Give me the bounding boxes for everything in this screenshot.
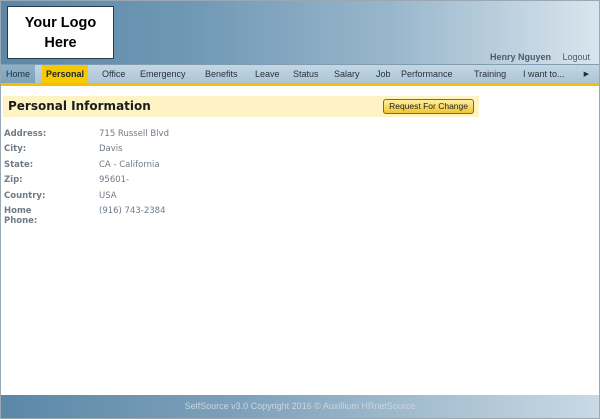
field-value: Davis — [99, 144, 123, 155]
nav-item-leave[interactable]: Leave — [255, 65, 280, 83]
nav-item-home[interactable]: Home — [1, 65, 36, 83]
nav-item-i-want-to[interactable]: I want to... — [523, 65, 565, 83]
nav-item-status[interactable]: Status — [293, 65, 319, 83]
nav-item-job[interactable]: Job — [376, 65, 391, 83]
nav-item-office[interactable]: Office — [102, 65, 125, 83]
field-label: State: — [4, 159, 34, 170]
field-label: Address: — [4, 129, 47, 139]
nav-item-personal[interactable]: Personal — [42, 65, 89, 83]
user-name: Henry Nguyen — [489, 52, 551, 62]
personal-information-header: Personal Information Request For Change — [3, 96, 479, 117]
logo-line-2: Here — [44, 35, 77, 51]
copyright-text: SelfSource v3.0 Copyright 2016 © Auxilli… — [184, 401, 416, 411]
footer-bar: SelfSource v3.0 Copyright 2016 © Auxilli… — [1, 395, 599, 418]
logout-link[interactable]: Logout — [562, 52, 590, 62]
field-label: Zip: — [4, 175, 23, 186]
nav-item-training[interactable]: Training — [474, 65, 506, 83]
section-title: Personal Information — [8, 99, 151, 113]
main-nav: Home Personal Office Emergency Benefits … — [1, 64, 599, 86]
request-for-change-button[interactable]: Request For Change — [383, 99, 474, 114]
field-value: USA — [99, 190, 117, 201]
arrow-right-icon[interactable]: ▶ — [584, 65, 589, 83]
field-label: Home Phone: — [4, 205, 38, 226]
logo[interactable]: Your Logo Here — [7, 6, 114, 59]
nav-item-benefits[interactable]: Benefits — [205, 65, 238, 83]
field-label: Country: — [4, 190, 46, 201]
field-value: CA - California — [99, 159, 160, 170]
nav-item-emergency[interactable]: Emergency — [140, 65, 186, 83]
header-banner: Your Logo Here Henry Nguyen Logout — [1, 1, 599, 64]
nav-item-performance[interactable]: Performance — [401, 65, 453, 83]
field-value: 95601- — [99, 175, 130, 186]
field-value: (916) 743-2384 — [99, 205, 166, 216]
logo-line-1: Your Logo — [24, 15, 97, 31]
field-value: 715 Russell Blvd — [99, 129, 169, 139]
nav-item-salary[interactable]: Salary — [334, 65, 360, 83]
field-label: City: — [4, 144, 27, 155]
